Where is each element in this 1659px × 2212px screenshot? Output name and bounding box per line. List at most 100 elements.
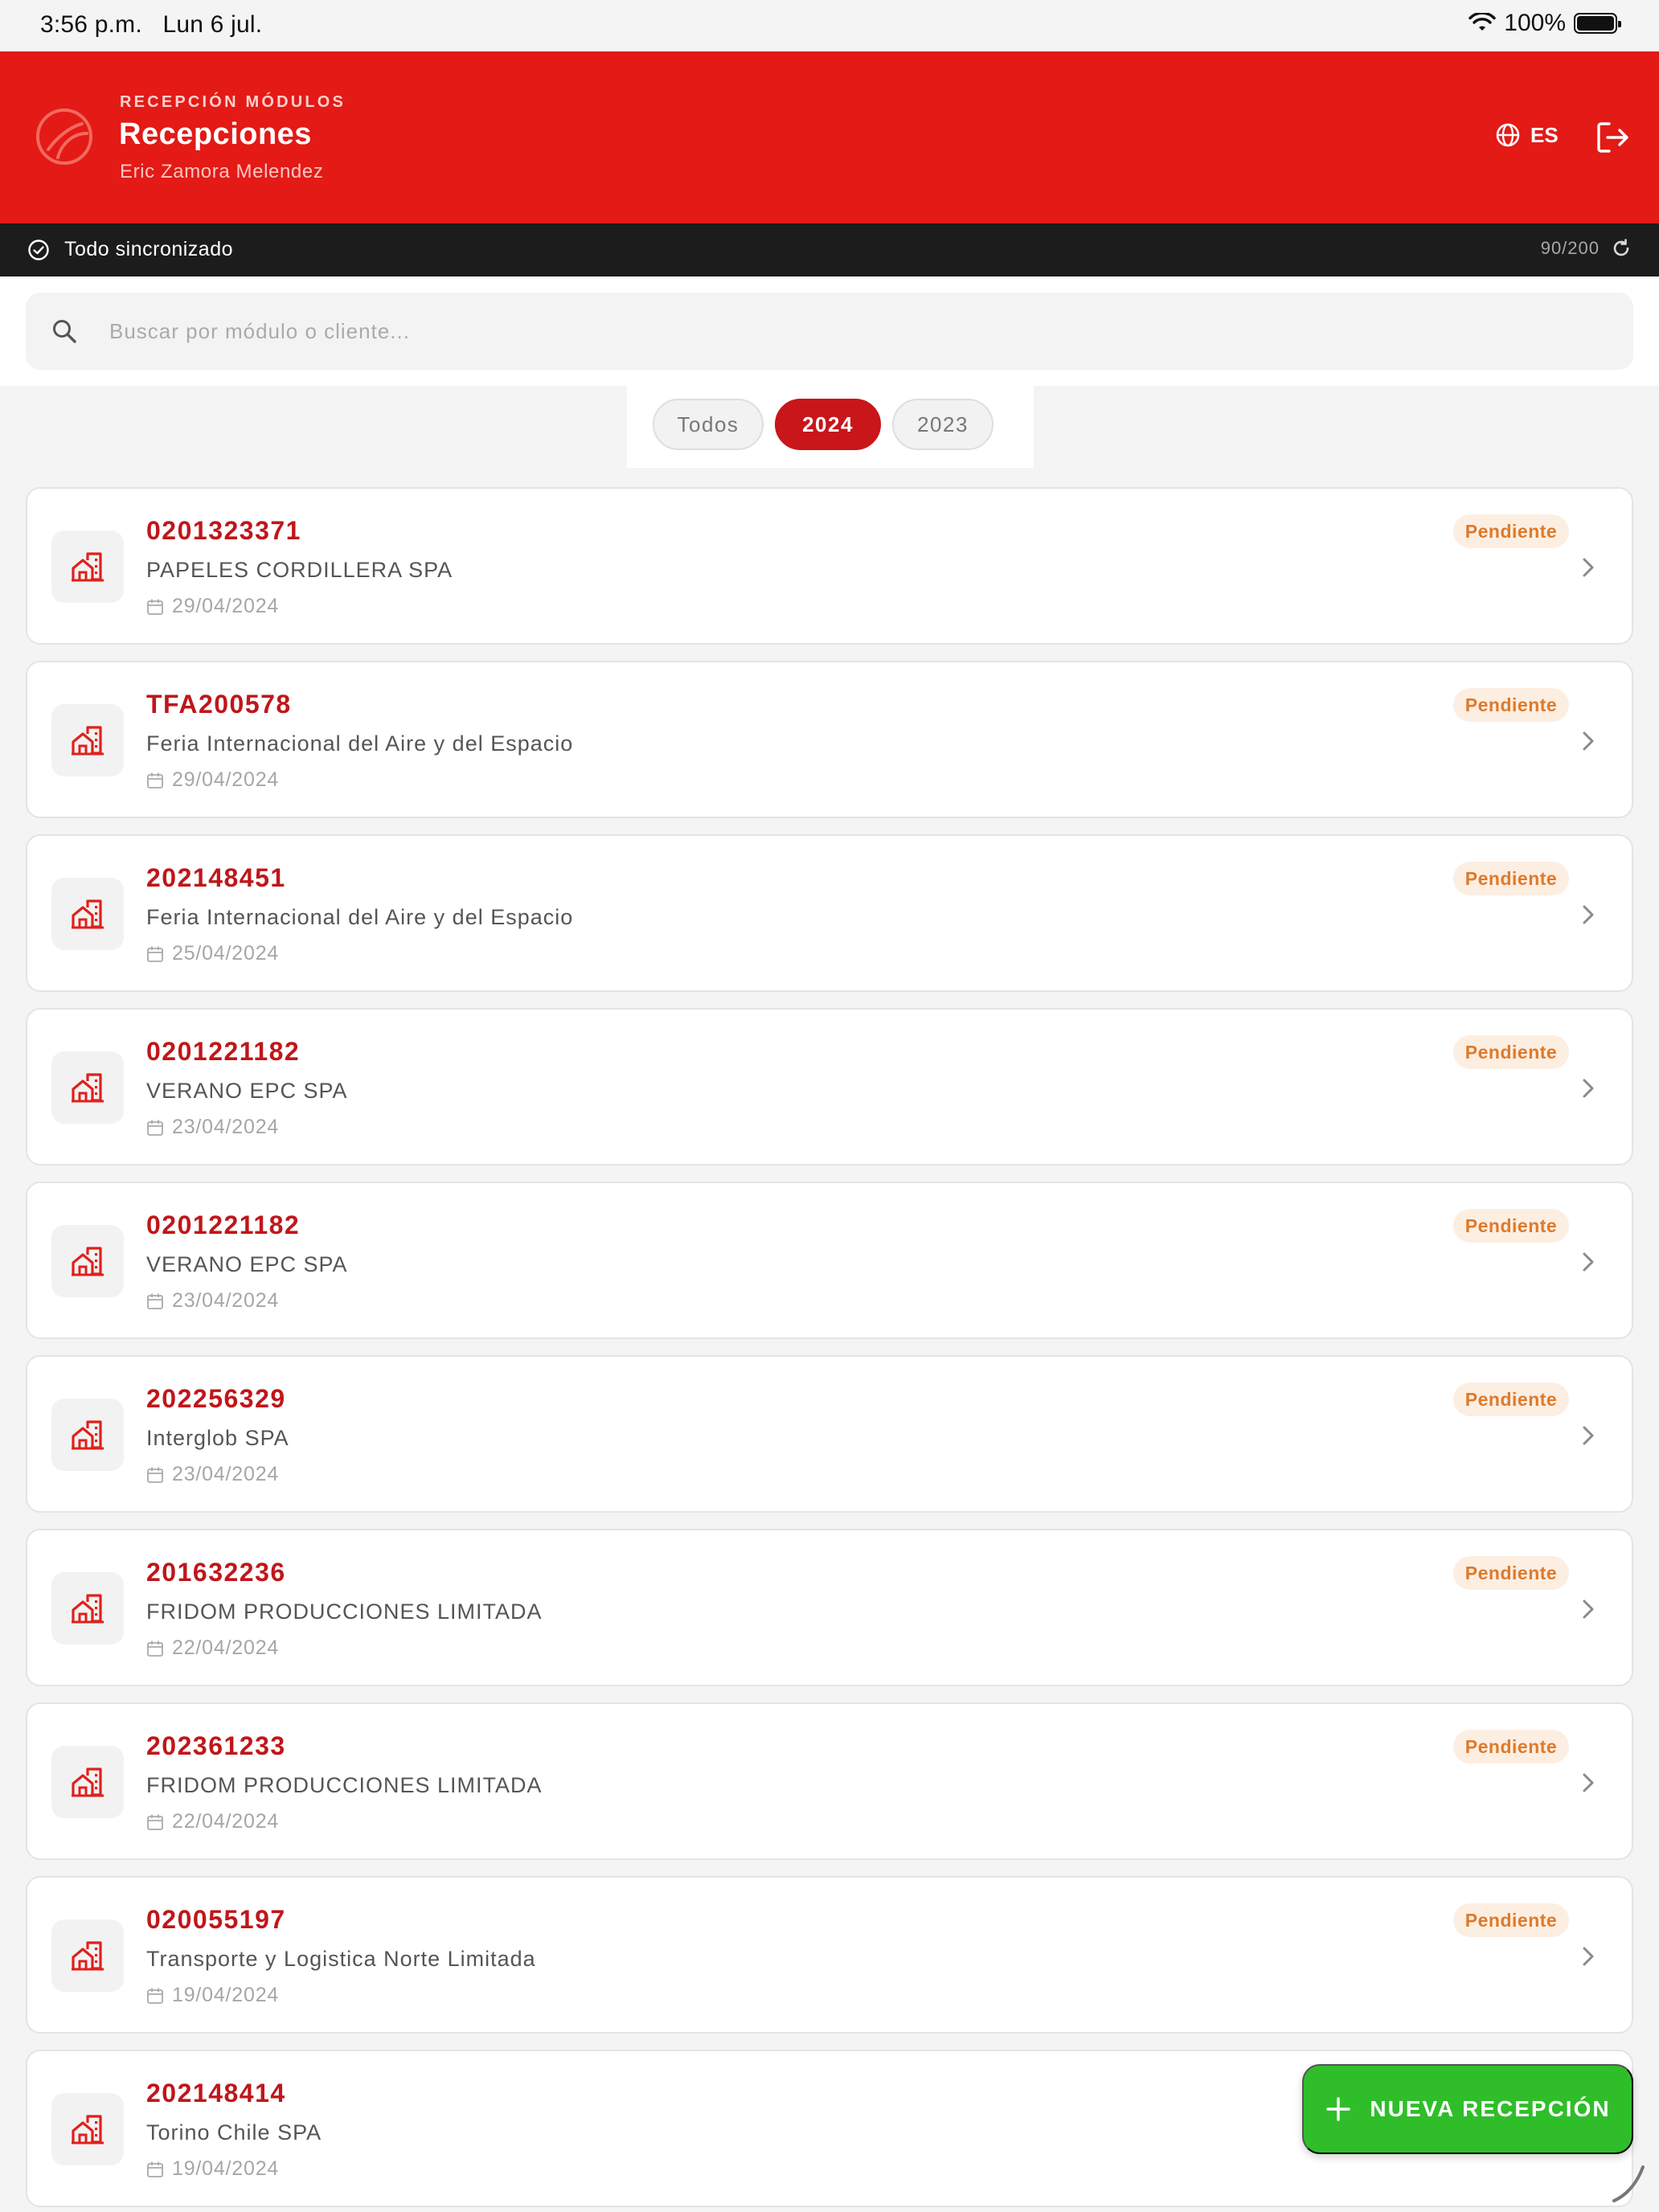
building-icon (72, 1594, 104, 1624)
logout-icon[interactable] (1595, 119, 1632, 156)
card-icon-tile (51, 1399, 124, 1471)
filter-chip-2024[interactable]: 2024 (775, 399, 881, 450)
app-header: RECEPCIÓN MÓDULOS Recepciones Eric Zamor… (0, 51, 1659, 223)
card-date-text: 23/04/2024 (172, 1463, 280, 1485)
status-badge: Pendiente (1453, 1903, 1569, 1937)
card-icon-tile (51, 1051, 124, 1124)
status-badge: Pendiente (1453, 862, 1569, 895)
reception-card[interactable]: 202361233 FRIDOM PRODUCCIONES LIMITADA 22/… (26, 1702, 1633, 1860)
page-title: Recepciones (119, 117, 312, 151)
card-code: TFA200578 (146, 690, 292, 719)
status-badge: Pendiente (1453, 1209, 1569, 1243)
card-client: Feria Internacional del Aire y del Espac… (146, 731, 574, 756)
plus-icon (1326, 2097, 1351, 2121)
chevron-right-icon (1583, 1079, 1594, 1098)
building-icon (72, 2115, 104, 2144)
filter-chip-2023[interactable]: 2023 (892, 399, 993, 450)
card-code: 202361233 (146, 1731, 286, 1760)
card-date: 29/04/2024 (146, 768, 279, 792)
chevron-right-icon (1583, 1252, 1594, 1272)
card-code: 0201323371 (146, 516, 301, 545)
calendar-icon (147, 1120, 163, 1136)
filter-chip-todos[interactable]: Todos (653, 399, 764, 450)
calendar-icon (147, 946, 163, 962)
battery-percent: 100% (1504, 10, 1566, 36)
card-date-text: 19/04/2024 (172, 2157, 280, 2180)
chevron-right-icon (1583, 558, 1594, 577)
building-icon (72, 1768, 104, 1797)
card-date: 23/04/2024 (146, 1116, 279, 1139)
search-box[interactable] (26, 293, 1633, 370)
calendar-icon (147, 772, 163, 789)
new-reception-button[interactable]: NUEVA RECEPCIÓN (1302, 2064, 1633, 2154)
status-date-text: Lun 6 jul. (162, 11, 263, 38)
card-icon-tile (51, 2093, 124, 2165)
header-eyebrow: RECEPCIÓN MÓDULOS (120, 93, 346, 111)
card-date-text: 23/04/2024 (172, 1116, 280, 1138)
card-code: 202256329 (146, 1384, 286, 1413)
card-date-text: 29/04/2024 (172, 595, 280, 617)
chevron-right-icon (1583, 1773, 1594, 1792)
card-icon-tile (51, 704, 124, 776)
sync-refresh[interactable]: 90/200 (1541, 238, 1632, 259)
building-icon (72, 1247, 104, 1276)
calendar-icon (147, 1988, 163, 2004)
card-date: 23/04/2024 (146, 1463, 279, 1486)
card-code: 201632236 (146, 1558, 286, 1587)
card-date: 22/04/2024 (146, 1636, 279, 1660)
reception-card[interactable]: 202256329 Interglob SPA 23/04/2024 Pendient… (26, 1355, 1633, 1513)
card-client: FRIDOM PRODUCCIONES LIMITADA (146, 1600, 543, 1624)
refresh-icon[interactable] (1611, 238, 1632, 259)
user-name: Eric Zamora Melendez (120, 161, 324, 182)
search-input[interactable] (109, 312, 1596, 350)
reception-card[interactable]: 202148451 Feria Internacional del Aire y … (26, 834, 1633, 992)
card-date: 19/04/2024 (146, 1984, 279, 2007)
reception-card[interactable]: 201632236 FRIDOM PRODUCCIONES LIMITADA 22/… (26, 1529, 1633, 1686)
reception-card[interactable]: 0201221182 VERANO EPC SPA 23/04/2024 Pendie… (26, 1182, 1633, 1339)
card-date: 29/04/2024 (146, 595, 279, 618)
card-icon-tile (51, 1919, 124, 1992)
calendar-icon (147, 599, 163, 615)
search-area (0, 276, 1659, 386)
check-circle-icon (28, 239, 49, 260)
card-client: FRIDOM PRODUCCIONES LIMITADA (146, 1773, 543, 1797)
card-client: Transporte y Logistica Norte Limitada (146, 1947, 536, 1971)
chevron-right-icon (1583, 1947, 1594, 1966)
calendar-icon (147, 1814, 163, 1830)
card-code: 0201221182 (146, 1037, 301, 1066)
building-icon (72, 726, 104, 756)
sync-count: 90/200 (1540, 238, 1600, 258)
card-icon-tile (51, 878, 124, 950)
card-icon-tile (51, 1746, 124, 1818)
status-badge: Pendiente (1453, 514, 1569, 548)
status-time: 3:56 p.m. Lun 6 jul. (40, 11, 262, 39)
reception-card[interactable]: 020055197 Transporte y Logistica Norte Li… (26, 1876, 1633, 2034)
pencil-stroke-icon (1612, 2165, 1645, 2202)
card-client: Torino Chile SPA (146, 2120, 322, 2144)
sync-label: Todo sincronizado (64, 238, 234, 260)
card-date-text: 23/04/2024 (172, 1289, 280, 1312)
reception-card[interactable]: 0201221182 VERANO EPC SPA 23/04/2024 Pendie… (26, 1008, 1633, 1165)
new-reception-label: NUEVA RECEPCIÓN (1370, 2096, 1611, 2121)
building-icon (72, 1073, 104, 1103)
card-client: VERANO EPC SPA (146, 1252, 348, 1276)
calendar-icon (147, 2161, 163, 2177)
card-code: 0201221182 (146, 1210, 301, 1239)
calendar-icon (147, 1467, 163, 1483)
reception-card[interactable]: 0201323371 PAPELES CORDILLERA SPA 29/04/20… (26, 487, 1633, 645)
card-date-text: 29/04/2024 (172, 768, 280, 791)
globe-icon (1496, 123, 1520, 147)
card-code: 020055197 (146, 1905, 286, 1934)
card-date: 25/04/2024 (146, 942, 279, 965)
calendar-icon (147, 1641, 163, 1657)
sync-status-bar: Todo sincronizado 90/200 (0, 223, 1659, 276)
reception-card[interactable]: TFA200578 Feria Internacional del Aire y … (26, 661, 1633, 818)
card-date-text: 22/04/2024 (172, 1810, 280, 1833)
search-icon (53, 320, 76, 343)
battery-icon (1574, 13, 1621, 34)
building-icon (72, 552, 104, 582)
language-label: ES (1530, 122, 1559, 147)
language-button[interactable]: ES (1495, 122, 1559, 148)
card-client: Feria Internacional del Aire y del Espac… (146, 905, 574, 929)
calendar-icon (147, 1293, 163, 1309)
